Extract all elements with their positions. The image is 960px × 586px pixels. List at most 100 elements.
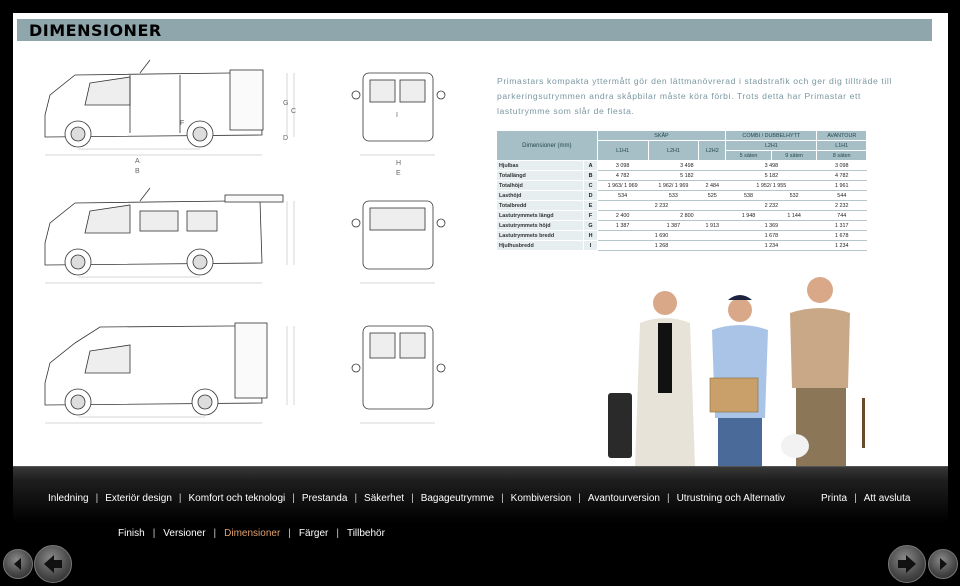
- row-label: Hjulhusbredd: [495, 240, 585, 251]
- cell: 1 690: [596, 230, 727, 241]
- exit-link[interactable]: Att avsluta: [864, 493, 911, 504]
- previous-page-button[interactable]: [34, 545, 72, 583]
- row-label: Lastutrymmets bredd: [495, 230, 585, 241]
- cell: 1 234: [816, 240, 867, 251]
- subnav-item-versioner[interactable]: Versioner: [163, 528, 205, 539]
- dim-label-g: G: [283, 100, 288, 107]
- nav-separator: |: [354, 492, 358, 504]
- nav-item-bagageutrymme[interactable]: Bagageutrymme: [421, 493, 494, 504]
- subnav-item-finish[interactable]: Finish: [118, 528, 145, 539]
- cell: 1 952/ 1 955: [725, 180, 818, 191]
- cell: 2 484: [698, 180, 727, 191]
- cell: 4 782: [596, 170, 649, 181]
- variant-header: L1H1: [596, 140, 649, 161]
- nav-separator: |: [854, 492, 857, 504]
- nav-separator: |: [152, 527, 156, 539]
- nav-separator: |: [292, 492, 295, 504]
- nav-separator: |: [178, 492, 182, 504]
- arrow-right-icon: [898, 555, 916, 573]
- row-code: D: [583, 190, 598, 201]
- cell: 3 498: [725, 160, 818, 171]
- worker-right: [781, 277, 865, 466]
- variant-header: L2H2: [698, 140, 727, 161]
- table-row: Hjulbas A 3 098 3 498 3 498 3 098: [495, 160, 867, 171]
- table-row: Lastutrymmets höjd G 1 387 1 387 1 913 1…: [495, 220, 867, 231]
- row-code: B: [583, 170, 598, 181]
- van-side-l1h1: [44, 59, 264, 148]
- dim-label-d: D: [283, 135, 288, 142]
- subnav-item-farger[interactable]: Färger: [299, 528, 328, 539]
- row-code: F: [583, 210, 598, 221]
- nav-separator: |: [666, 492, 670, 504]
- cell: 1 963/ 1 969: [596, 180, 649, 191]
- worker-middle: [709, 295, 768, 466]
- nav-separator: |: [336, 527, 339, 539]
- nav-item-sakerhet[interactable]: Säkerhet: [364, 493, 404, 504]
- row-code: C: [583, 180, 598, 191]
- seats-header: 8 säten: [816, 150, 867, 161]
- group-header: SKÅP: [596, 130, 727, 141]
- nav-item-kombiversion[interactable]: Kombiversion: [511, 493, 572, 504]
- cell: 1 962/ 1 969: [647, 180, 700, 191]
- dimensions-table: Dimensioner (mm) SKÅP COMBI / DUBBELHYTT…: [495, 130, 867, 251]
- cell: 1 961: [816, 180, 867, 191]
- table-label-header: Dimensioner (mm): [496, 130, 598, 161]
- cell: 1 678: [816, 230, 867, 241]
- group-header: COMBI / DUBBELHYTT: [725, 130, 818, 141]
- subnav-item-dimensioner[interactable]: Dimensioner: [224, 528, 280, 539]
- table-row: Totalhöjd C 1 963/ 1 969 1 962/ 1 969 2 …: [495, 180, 867, 191]
- nav-item-avantourversion[interactable]: Avantourversion: [588, 493, 660, 504]
- row-code: E: [583, 200, 598, 211]
- table-row: Lastutrymmets längd F 2 400 2 800 1 948 …: [495, 210, 867, 221]
- workers-photo: [608, 277, 865, 466]
- table-row: Lasthöjd D 534 533 525 538 532 544: [495, 190, 867, 201]
- cell: 534: [596, 190, 649, 201]
- row-label: Totalhöjd: [495, 180, 585, 191]
- nav-item-inledning[interactable]: Inledning: [48, 493, 89, 504]
- nav-right: Printa | Att avsluta: [821, 491, 910, 505]
- van-side-l2h1: [44, 187, 284, 276]
- cell: 2 800: [647, 210, 727, 221]
- cell: 1 317: [816, 220, 867, 231]
- variant-header: L2H1: [725, 140, 818, 151]
- arrow-left-small-icon: [14, 558, 21, 570]
- cell: 1 387: [647, 220, 700, 231]
- cell: 3 098: [596, 160, 649, 171]
- worker-left: [608, 291, 695, 466]
- last-page-button[interactable]: [928, 549, 958, 579]
- group-header: AVANTOUR: [816, 130, 867, 141]
- next-page-button[interactable]: [888, 545, 926, 583]
- nav-separator: |: [578, 492, 581, 504]
- van-rear-3: [351, 325, 446, 410]
- sub-nav: Finish | Versioner | Dimensioner | Färger | …: [118, 526, 385, 540]
- nav-item-prestanda[interactable]: Prestanda: [302, 493, 348, 504]
- first-page-button[interactable]: [3, 549, 33, 579]
- variant-header: L1H1: [816, 140, 867, 151]
- row-code: G: [583, 220, 598, 231]
- cell: 1 268: [596, 240, 727, 251]
- nav-divider: [13, 466, 948, 467]
- print-link[interactable]: Printa: [821, 493, 847, 504]
- subnav-item-tillbehor[interactable]: Tillbehör: [347, 528, 385, 539]
- nav-separator: |: [213, 527, 217, 539]
- seats-header: 5 säten: [725, 150, 772, 161]
- nav-item-utrustning[interactable]: Utrustning och Alternativ: [677, 493, 785, 504]
- nav-separator: |: [411, 492, 414, 504]
- nav-item-komfort[interactable]: Komfort och teknologi: [189, 493, 286, 504]
- nav-item-exterior-design[interactable]: Exteriör design: [105, 493, 172, 504]
- row-code: H: [583, 230, 598, 241]
- cell: 532: [770, 190, 818, 201]
- cell: 3 498: [647, 160, 727, 171]
- nav-separator: |: [95, 492, 99, 504]
- cell: 544: [816, 190, 867, 201]
- cell: 1 678: [725, 230, 818, 241]
- title-bar: DIMENSIONER: [17, 19, 932, 41]
- cell: 538: [725, 190, 772, 201]
- row-label: Hjulbas: [495, 160, 585, 171]
- dim-label-i: I: [396, 112, 398, 119]
- nav-row: Inledning | Exteriör design | Komfort och …: [48, 491, 785, 505]
- cell: 1 913: [698, 220, 727, 231]
- page-title: DIMENSIONER: [29, 21, 162, 40]
- cell: 5 182: [647, 170, 727, 181]
- cell: 1 948: [725, 210, 772, 221]
